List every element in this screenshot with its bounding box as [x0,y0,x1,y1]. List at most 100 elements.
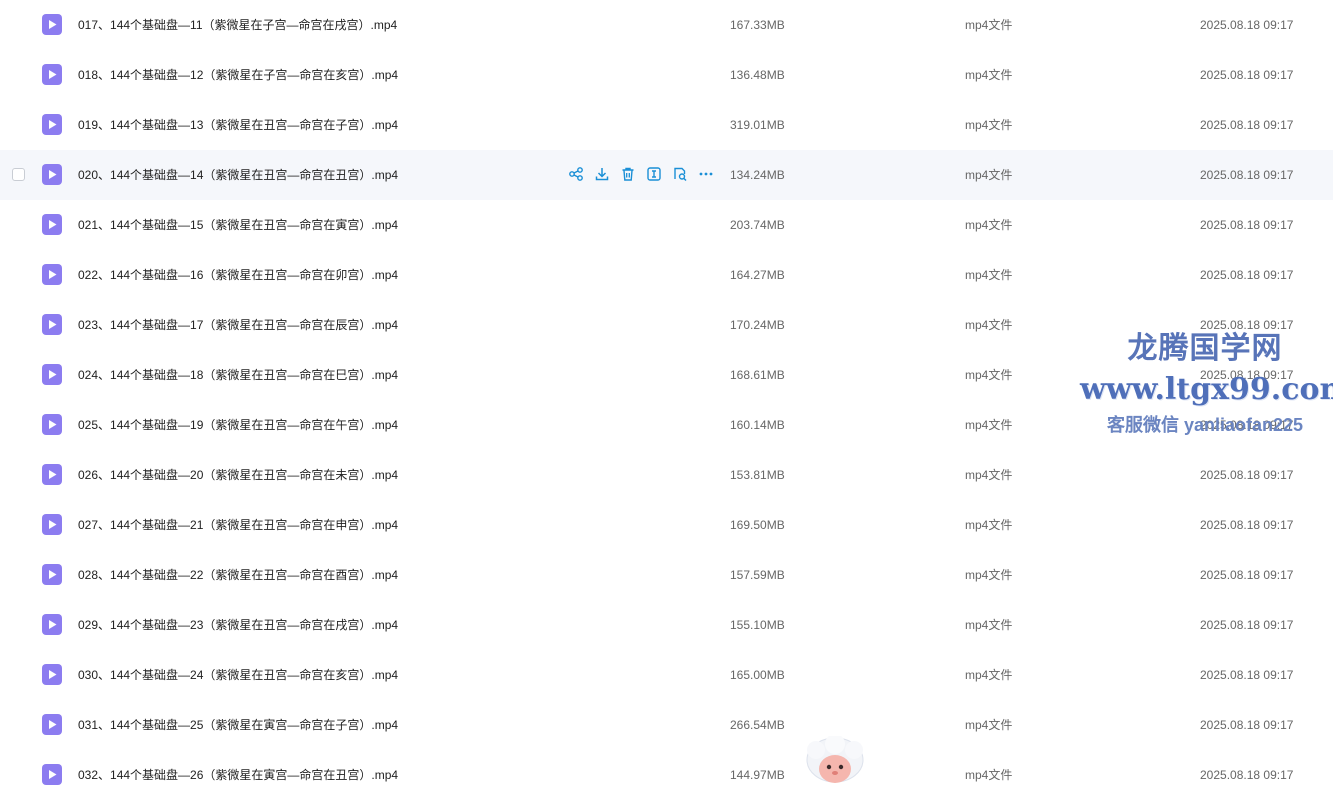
file-name[interactable]: 025、144个基础盘—19（紫微星在丑宫—命宫在午宫）.mp4 [78,400,398,450]
file-row[interactable]: 019、144个基础盘—13（紫微星在丑宫—命宫在子宫）.mp4 319.01M… [0,100,1333,150]
file-name[interactable]: 028、144个基础盘—22（紫微星在丑宫—命宫在酉宫）.mp4 [78,550,398,600]
video-file-icon [42,364,62,385]
file-type: mp4文件 [965,118,1013,132]
file-date: 2025.08.18 09:17 [1200,218,1294,232]
watermark-url: www.ltgx99.com [1080,372,1333,407]
file-name[interactable]: 023、144个基础盘—17（紫微星在丑宫—命宫在辰宫）.mp4 [78,300,398,350]
file-date: 2025.08.18 09:17 [1200,668,1294,682]
file-type: mp4文件 [965,618,1013,632]
file-name[interactable]: 019、144个基础盘—13（紫微星在丑宫—命宫在子宫）.mp4 [78,100,398,150]
rename-icon[interactable] [646,166,662,182]
file-name[interactable]: 026、144个基础盘—20（紫微星在丑宫—命宫在未宫）.mp4 [78,450,398,500]
file-type: mp4文件 [965,668,1013,682]
file-type: mp4文件 [965,318,1013,332]
row-actions [568,166,714,184]
watermark: 龙腾国学网 www.ltgx99.com 客服微信 yanliaofan225 [1080,328,1333,440]
file-name[interactable]: 027、144个基础盘—21（紫微星在丑宫—命宫在申宫）.mp4 [78,500,398,550]
file-type: mp4文件 [965,418,1013,432]
file-size: 157.59MB [730,568,785,582]
file-size: 155.10MB [730,618,785,632]
file-size: 167.33MB [730,18,785,32]
file-date: 2025.08.18 09:17 [1200,18,1294,32]
file-type: mp4文件 [965,718,1013,732]
video-file-icon [42,264,62,285]
assistant-mascot-icon[interactable] [802,736,868,790]
file-type: mp4文件 [965,168,1013,182]
file-size: 134.24MB [730,168,785,182]
file-type: mp4文件 [965,18,1013,32]
video-file-icon [42,414,62,435]
video-file-icon [42,664,62,685]
file-type: mp4文件 [965,568,1013,582]
row-checkbox[interactable] [12,168,25,181]
video-file-icon [42,564,62,585]
preview-icon[interactable] [672,166,688,182]
watermark-contact: 客服微信 yanliaofan225 [1106,415,1304,435]
file-type: mp4文件 [965,768,1013,782]
video-file-icon [42,764,62,785]
file-size: 160.14MB [730,418,785,432]
file-name[interactable]: 022、144个基础盘—16（紫微星在丑宫—命宫在卯宫）.mp4 [78,250,398,300]
file-row[interactable]: 027、144个基础盘—21（紫微星在丑宫—命宫在申宫）.mp4 169.50M… [0,500,1333,550]
file-row[interactable]: 017、144个基础盘—11（紫微星在子宫—命宫在戌宫）.mp4 167.33M… [0,0,1333,50]
video-file-icon [42,164,62,185]
file-date: 2025.08.18 09:17 [1200,268,1294,282]
file-row[interactable]: 031、144个基础盘—25（紫微星在寅宫—命宫在子宫）.mp4 266.54M… [0,700,1333,750]
file-type: mp4文件 [965,368,1013,382]
file-date: 2025.08.18 09:17 [1200,68,1294,82]
share-icon[interactable] [568,166,584,182]
file-name[interactable]: 031、144个基础盘—25（紫微星在寅宫—命宫在子宫）.mp4 [78,700,398,750]
file-size: 168.61MB [730,368,785,382]
video-file-icon [42,114,62,135]
file-type: mp4文件 [965,68,1013,82]
file-row[interactable]: 021、144个基础盘—15（紫微星在丑宫—命宫在寅宫）.mp4 203.74M… [0,200,1333,250]
video-file-icon [42,614,62,635]
file-name[interactable]: 017、144个基础盘—11（紫微星在子宫—命宫在戌宫）.mp4 [78,0,397,50]
file-name[interactable]: 021、144个基础盘—15（紫微星在丑宫—命宫在寅宫）.mp4 [78,200,398,250]
file-size: 136.48MB [730,68,785,82]
file-row[interactable]: 028、144个基础盘—22（紫微星在丑宫—命宫在酉宫）.mp4 157.59M… [0,550,1333,600]
video-file-icon [42,64,62,85]
file-type: mp4文件 [965,518,1013,532]
file-date: 2025.08.18 09:17 [1200,168,1294,182]
file-size: 164.27MB [730,268,785,282]
file-date: 2025.08.18 09:17 [1200,568,1294,582]
file-size: 319.01MB [730,118,785,132]
file-row-hovered[interactable]: 020、144个基础盘—14（紫微星在丑宫—命宫在丑宫）.mp4 134.24M… [0,150,1333,200]
video-file-icon [42,514,62,535]
file-name[interactable]: 024、144个基础盘—18（紫微星在丑宫—命宫在巳宫）.mp4 [78,350,398,400]
video-file-icon [42,14,62,35]
download-icon[interactable] [594,166,610,182]
file-row[interactable]: 029、144个基础盘—23（紫微星在丑宫—命宫在戌宫）.mp4 155.10M… [0,600,1333,650]
file-row[interactable]: 022、144个基础盘—16（紫微星在丑宫—命宫在卯宫）.mp4 164.27M… [0,250,1333,300]
more-icon[interactable] [698,166,714,182]
watermark-title: 龙腾国学网 [1127,331,1283,366]
file-size: 153.81MB [730,468,785,482]
file-name[interactable]: 032、144个基础盘—26（紫微星在寅宫—命宫在丑宫）.mp4 [78,750,398,800]
file-name[interactable]: 020、144个基础盘—14（紫微星在丑宫—命宫在丑宫）.mp4 [78,150,398,200]
file-name[interactable]: 029、144个基础盘—23（紫微星在丑宫—命宫在戌宫）.mp4 [78,600,398,650]
file-size: 169.50MB [730,518,785,532]
file-size: 203.74MB [730,218,785,232]
file-date: 2025.08.18 09:17 [1200,618,1294,632]
file-row[interactable]: 032、144个基础盘—26（紫微星在寅宫—命宫在丑宫）.mp4 144.97M… [0,750,1333,800]
file-type: mp4文件 [965,468,1013,482]
file-type: mp4文件 [965,268,1013,282]
file-date: 2025.08.18 09:17 [1200,118,1294,132]
video-file-icon [42,714,62,735]
file-name[interactable]: 030、144个基础盘—24（紫微星在丑宫—命宫在亥宫）.mp4 [78,650,398,700]
file-date: 2025.08.18 09:17 [1200,468,1294,482]
file-size: 170.24MB [730,318,785,332]
file-size: 165.00MB [730,668,785,682]
file-name[interactable]: 018、144个基础盘—12（紫微星在子宫—命宫在亥宫）.mp4 [78,50,398,100]
video-file-icon [42,314,62,335]
file-type: mp4文件 [965,218,1013,232]
file-date: 2025.08.18 09:17 [1200,718,1294,732]
file-row[interactable]: 030、144个基础盘—24（紫微星在丑宫—命宫在亥宫）.mp4 165.00M… [0,650,1333,700]
file-row[interactable]: 026、144个基础盘—20（紫微星在丑宫—命宫在未宫）.mp4 153.81M… [0,450,1333,500]
file-date: 2025.08.18 09:17 [1200,518,1294,532]
file-size: 266.54MB [730,718,785,732]
file-date: 2025.08.18 09:17 [1200,768,1294,782]
file-row[interactable]: 018、144个基础盘—12（紫微星在子宫—命宫在亥宫）.mp4 136.48M… [0,50,1333,100]
delete-icon[interactable] [620,166,636,182]
